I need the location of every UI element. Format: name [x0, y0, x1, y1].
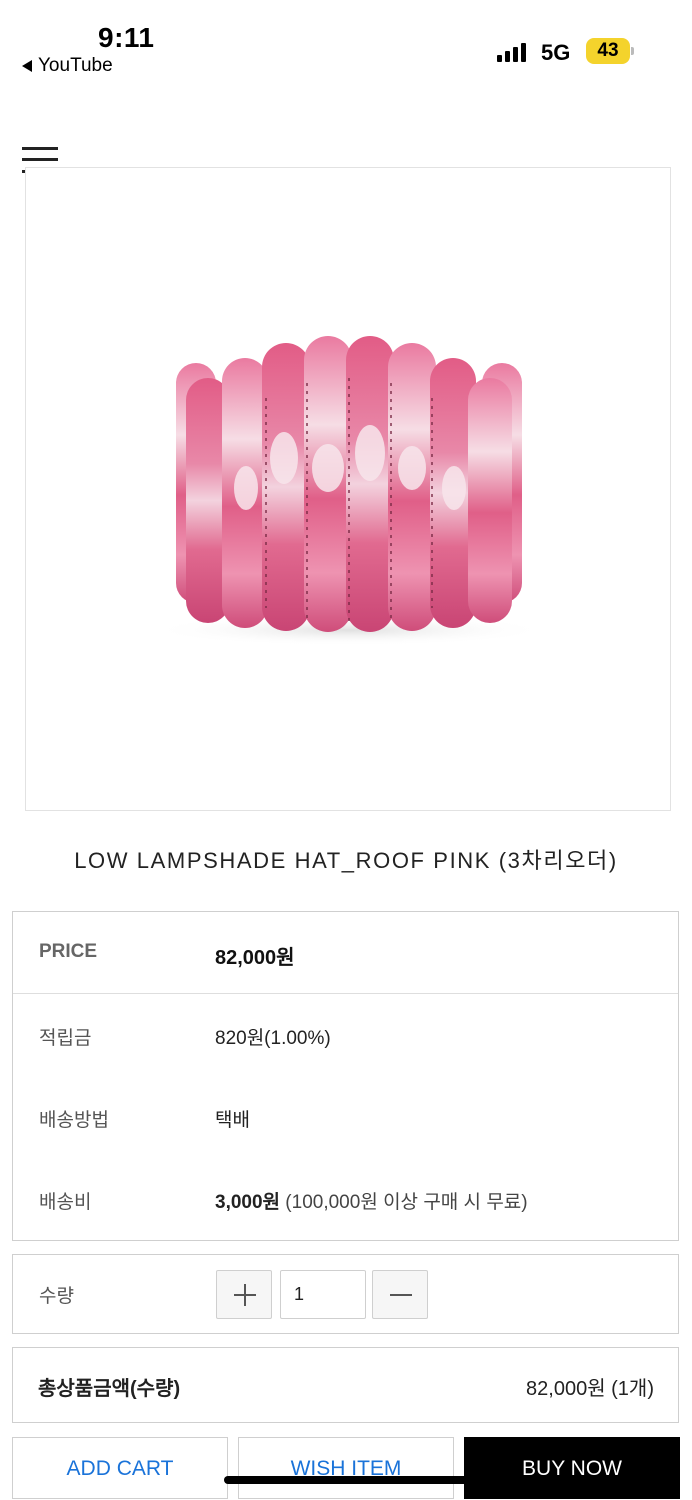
back-app-label: YouTube — [38, 55, 113, 76]
increase-quantity-button[interactable] — [216, 1270, 272, 1319]
back-arrow-icon — [22, 60, 32, 72]
shipping-method-value: 택배 — [215, 1110, 250, 1131]
shipping-method-label: 배송방법 — [39, 1110, 109, 1131]
add-cart-button[interactable]: ADD CART — [12, 1437, 228, 1499]
total-price-box: 총상품금액(수량) 82,000원 (1개) — [12, 1347, 679, 1423]
points-row: 적립금 820원(1.00%) — [13, 1014, 678, 1054]
battery-tip — [631, 47, 634, 55]
minus-icon — [390, 1294, 412, 1296]
shipping-fee-label: 배송비 — [39, 1192, 92, 1213]
info-divider — [13, 993, 678, 994]
price-row: PRICE 82,000원 — [13, 932, 678, 972]
back-to-app-link[interactable]: YouTube — [22, 55, 113, 77]
quantity-selector: 수량 — [12, 1254, 679, 1334]
product-title: LOW LAMPSHADE HAT_ROOF PINK (3차리오더) — [74, 848, 618, 873]
shipping-fee-value: 3,000원 — [215, 1192, 281, 1213]
wish-item-button[interactable]: WISH ITEM — [238, 1437, 454, 1499]
buy-now-button[interactable]: BUY NOW — [464, 1437, 680, 1499]
network-type: 5G — [541, 40, 571, 65]
cellular-signal-icon — [497, 42, 526, 62]
shipping-fee-row: 배송비 3,000원 (100,000원 이상 구매 시 무료) — [13, 1178, 678, 1218]
home-indicator[interactable] — [224, 1476, 468, 1484]
quantity-label: 수량 — [39, 1286, 74, 1307]
shipping-method-row: 배송방법 택배 — [13, 1096, 678, 1136]
product-info-table: PRICE 82,000원 적립금 820원(1.00%) 배송방법 택배 배송… — [12, 911, 679, 1241]
shipping-fee-note: (100,000원 이상 구매 시 무료) — [280, 1192, 528, 1213]
price-label: PRICE — [39, 941, 98, 962]
status-time: 9:11 — [98, 22, 155, 53]
battery-icon: 43 — [586, 38, 630, 64]
price-value: 82,000원 — [215, 947, 295, 969]
points-label: 적립금 — [39, 1028, 92, 1049]
shipping-fee-value-group: 3,000원 (100,000원 이상 구매 시 무료) — [215, 1187, 528, 1214]
decrease-quantity-button[interactable] — [372, 1270, 428, 1319]
total-value: 82,000원 (1개) — [526, 1378, 654, 1400]
fur-hat-illustration — [149, 336, 549, 646]
points-value: 820원(1.00%) — [215, 1028, 331, 1049]
quantity-input[interactable] — [280, 1270, 366, 1319]
product-image — [25, 167, 671, 811]
total-label: 총상품금액(수량) — [38, 1378, 181, 1400]
plus-icon-vertical — [244, 1284, 246, 1306]
